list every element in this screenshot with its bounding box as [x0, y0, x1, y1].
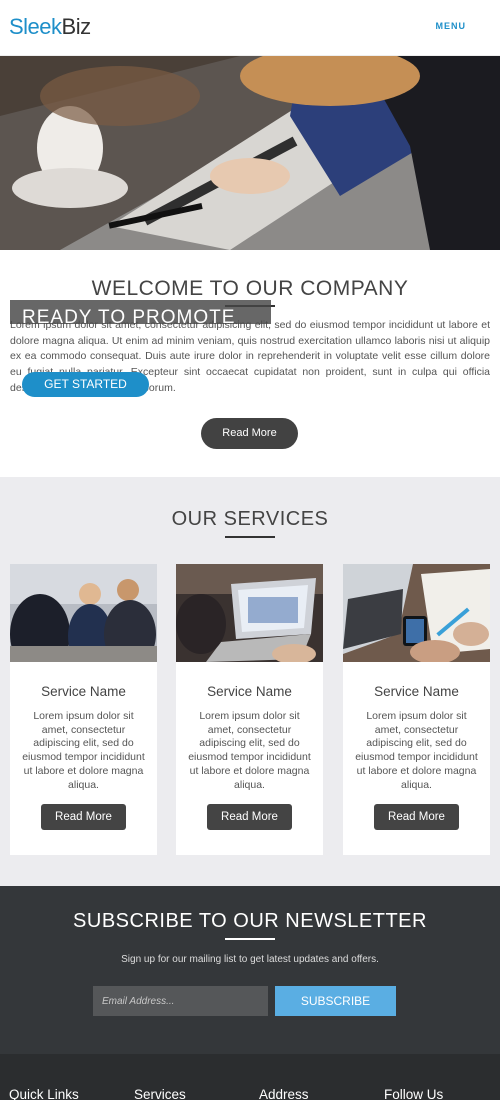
logo-part-sleek: Sleek: [9, 14, 62, 39]
welcome-read-more-button[interactable]: Read More: [201, 418, 298, 449]
service-card-1: Service Name Lorem ipsum dolor sit amet,…: [10, 564, 157, 855]
logo-part-biz: Biz: [61, 14, 92, 39]
newsletter-description: Sign up for our mailing list to get late…: [121, 954, 379, 965]
service-photo-desk: [343, 564, 490, 662]
service-card-3: Service Name Lorem ipsum dolor sit amet,…: [343, 564, 490, 855]
footer-heading-address: Address: [259, 1087, 309, 1100]
footer-heading-follow-us: Follow Us: [384, 1087, 444, 1100]
services-title-underline: [225, 536, 275, 538]
footer-heading-quick-links: Quick Links: [9, 1087, 79, 1100]
get-started-button[interactable]: GET STARTED: [22, 372, 149, 397]
subscribe-button[interactable]: SUBSCRIBE: [275, 986, 396, 1016]
service-read-more-button[interactable]: Read More: [207, 804, 292, 830]
service-description: Lorem ipsum dolor sit amet, consectetur …: [188, 710, 311, 791]
welcome-title: WELCOME TO OUR COMPANY: [91, 277, 409, 300]
footer-heading-services: Services: [134, 1087, 186, 1100]
hero-photo-illustration: [0, 56, 500, 250]
menu-button[interactable]: MENU: [436, 21, 467, 31]
site-footer: Quick Links Services Address Follow Us: [0, 1054, 500, 1100]
service-read-more-button[interactable]: Read More: [374, 804, 459, 830]
site-header: SleekBiz MENU: [0, 0, 500, 56]
email-field[interactable]: [93, 986, 268, 1016]
service-photo-meeting: [10, 564, 157, 662]
hero-image: [0, 56, 500, 250]
service-name: Service Name: [207, 684, 292, 699]
promote-overlay-heading: READY TO PROMOTE: [10, 300, 271, 324]
service-photo-laptop: [176, 564, 323, 662]
service-card-2: Service Name Lorem ipsum dolor sit amet,…: [176, 564, 323, 855]
service-description: Lorem ipsum dolor sit amet, consectetur …: [355, 710, 478, 791]
service-name: Service Name: [374, 684, 459, 699]
service-read-more-button[interactable]: Read More: [41, 804, 126, 830]
service-description: Lorem ipsum dolor sit amet, consectetur …: [22, 710, 145, 791]
service-name: Service Name: [41, 684, 126, 699]
services-title: OUR SERVICES: [171, 508, 329, 530]
site-logo[interactable]: SleekBiz: [9, 14, 91, 40]
newsletter-title: SUBSCRIBE TO OUR NEWSLETTER: [73, 910, 427, 932]
newsletter-title-underline: [225, 938, 275, 940]
